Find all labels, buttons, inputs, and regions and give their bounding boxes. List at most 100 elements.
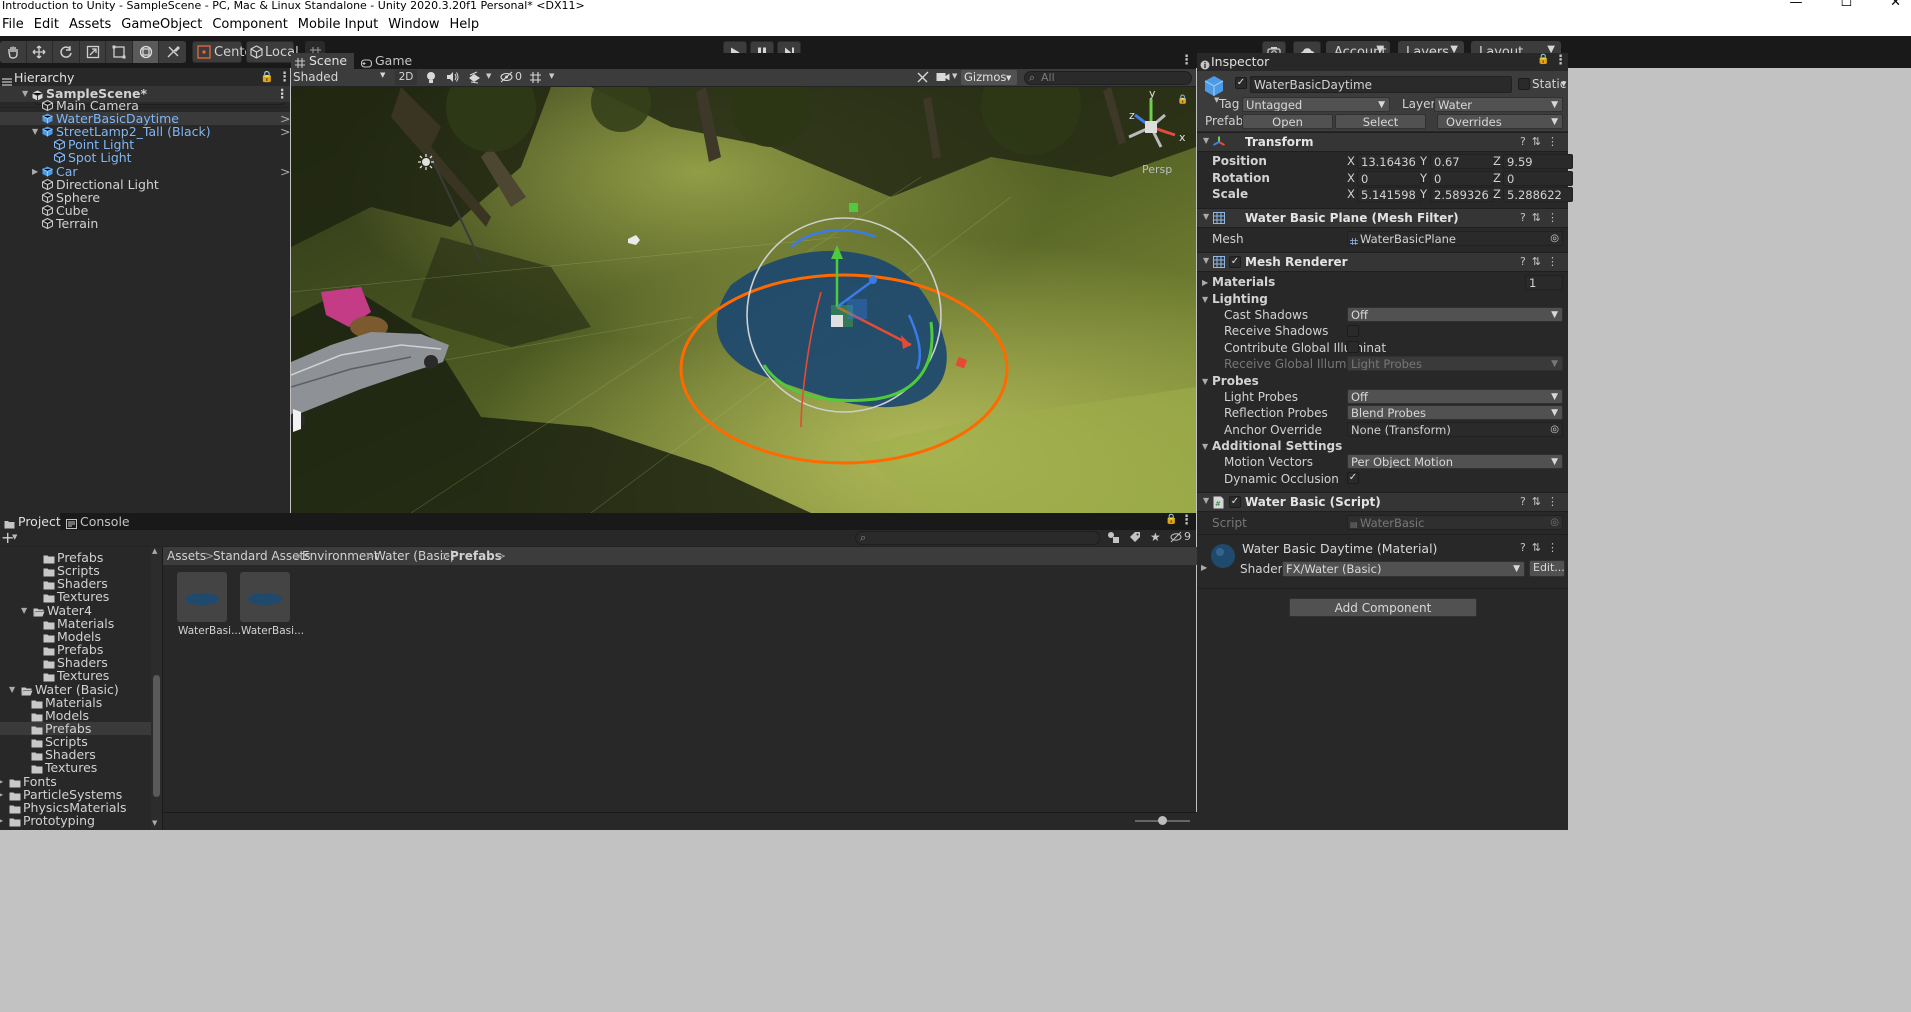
component-header-icons[interactable]: ?⇅⋮ xyxy=(1520,495,1564,508)
hierarchy-item[interactable]: Spot Light xyxy=(0,151,290,164)
search-by-label-icon[interactable] xyxy=(1129,531,1141,546)
tab-game[interactable]: Game xyxy=(357,53,412,69)
folder-tree-item[interactable]: Materials xyxy=(0,617,151,630)
cast-shadows-dropdown[interactable]: Off ▼ xyxy=(1347,307,1563,322)
folder-tree-item[interactable]: ▶ ParticleSystems xyxy=(0,788,151,801)
transform-position-x-input[interactable]: 13.16436 xyxy=(1357,154,1421,169)
hidden-objects-icon[interactable] xyxy=(500,71,513,86)
light-probes-dropdown[interactable]: Off ▼ xyxy=(1347,389,1563,404)
open-prefab-arrow-icon[interactable]: > xyxy=(280,165,290,178)
scene-menu-icon[interactable]: ⋮ xyxy=(1180,53,1193,68)
menu-window[interactable]: Window xyxy=(383,17,444,32)
transform-rotation-x-input[interactable]: 0 xyxy=(1357,170,1421,186)
materials-count-field[interactable]: 1 xyxy=(1525,275,1563,290)
lock-icon[interactable]: 🔒 xyxy=(260,70,274,83)
folder-tree-item[interactable]: Textures xyxy=(0,590,151,603)
object-picker-icon[interactable]: ◎ xyxy=(1550,232,1559,245)
transform-scale-z-input[interactable]: 5.288622 xyxy=(1503,187,1573,202)
hidden-packages-icon[interactable] xyxy=(1170,531,1182,546)
transform-scale-y-input[interactable]: 2.589326 xyxy=(1430,187,1494,202)
shading-mode-dropdown[interactable]: Shaded ▼ xyxy=(293,70,389,85)
hierarchy-item[interactable]: Cube xyxy=(0,204,290,217)
hierarchy-item[interactable]: Main Camera xyxy=(0,99,290,112)
expand-triangle-icon[interactable]: ▶ xyxy=(0,788,3,801)
tab-console[interactable]: Console xyxy=(62,513,132,530)
scroll-up-icon[interactable]: ▲ xyxy=(152,547,157,555)
folder-tree-item[interactable]: Prefabs xyxy=(0,551,151,564)
transform-rotation-z-input[interactable]: 0 xyxy=(1503,170,1573,186)
tree-scrollbar[interactable]: ▲ ▼ xyxy=(151,547,162,830)
materials-section[interactable]: ▶ Materials xyxy=(1202,275,1275,289)
inspector-menu-icon[interactable]: ⋮ xyxy=(1554,53,1567,68)
additional-settings-section[interactable]: ▼ Additional Settings xyxy=(1202,439,1342,453)
axis-y-label[interactable]: Y xyxy=(1420,170,1427,187)
transform-position-z-input[interactable]: 9.59 xyxy=(1503,154,1573,169)
expand-triangle-icon[interactable]: ▼ xyxy=(32,125,38,138)
prefab-overrides-dropdown[interactable]: Overrides ▼ xyxy=(1437,114,1563,129)
shader-edit-button[interactable]: Edit... xyxy=(1529,560,1565,577)
search-by-type-icon[interactable] xyxy=(1107,531,1120,547)
reflection-probes-dropdown[interactable]: Blend Probes ▼ xyxy=(1347,405,1563,420)
object-picker-icon[interactable]: ◎ xyxy=(1550,423,1559,436)
hierarchy-item[interactable]: ▶ Car > xyxy=(0,165,290,178)
axis-z-label[interactable]: Z xyxy=(1493,186,1501,203)
hierarchy-item[interactable]: Directional Light xyxy=(0,178,290,191)
2d-toggle-button[interactable]: 2D xyxy=(395,70,417,85)
perspective-label[interactable]: Persp xyxy=(1142,163,1172,176)
folder-tree-item[interactable]: Scripts xyxy=(0,735,151,748)
axis-x-label[interactable]: X xyxy=(1347,186,1355,203)
transform-scale-x-input[interactable]: 5.141598 xyxy=(1357,187,1421,202)
folder-tree-item[interactable]: Materials xyxy=(0,696,151,709)
menu-mobile-input[interactable]: Mobile Input xyxy=(293,17,383,32)
folder-tree-item[interactable]: ▼ Water4 xyxy=(0,604,151,617)
project-search-input[interactable] xyxy=(855,531,1100,545)
folder-tree-item[interactable]: ▶ Prototyping xyxy=(0,814,151,827)
axis-y-label[interactable]: Y xyxy=(1420,186,1427,203)
anchor-override-field[interactable]: None (Transform) ◎ xyxy=(1347,422,1563,437)
transform-header[interactable]: ▼ Transform ?⇅⋮ xyxy=(1197,132,1568,152)
script-header[interactable]: ▼ # ✓ Water Basic (Script) ?⇅⋮ xyxy=(1197,492,1568,512)
local-space-button[interactable]: Local xyxy=(246,41,299,63)
move-tool-icon[interactable] xyxy=(27,41,54,63)
scene-search-input[interactable]: All xyxy=(1024,71,1192,85)
static-checkbox[interactable] xyxy=(1518,78,1530,90)
axis-x-label[interactable]: X xyxy=(1347,153,1355,170)
menu-assets[interactable]: Assets xyxy=(64,17,116,32)
hierarchy-item[interactable]: ▼ StreetLamp2_Tall (Black) > xyxy=(0,125,290,138)
menu-component[interactable]: Component xyxy=(207,17,292,32)
hierarchy-item[interactable]: WaterBasicDaytime > xyxy=(0,112,290,126)
scale-tool-icon[interactable] xyxy=(80,41,107,63)
hierarchy-menu-icon[interactable]: ⋮ xyxy=(278,70,291,85)
lighting-section[interactable]: ▼ Lighting xyxy=(1202,292,1268,306)
expand-triangle-icon[interactable]: ▶ xyxy=(0,775,3,788)
receive-shadows-checkbox[interactable] xyxy=(1347,325,1359,337)
pivot-center-button[interactable]: Center xyxy=(192,41,258,63)
folder-tree-item[interactable]: PhysicsMaterials xyxy=(0,801,151,814)
open-prefab-arrow-icon[interactable]: > xyxy=(280,112,290,125)
grid-toggle-icon[interactable] xyxy=(529,71,542,87)
lock-icon[interactable]: 🔒 xyxy=(1177,95,1188,105)
axis-z-label[interactable]: Z xyxy=(1493,170,1501,187)
axis-z-label[interactable]: Z xyxy=(1493,153,1501,170)
effects-toggle-icon[interactable] xyxy=(468,71,481,87)
open-prefab-arrow-icon[interactable]: > xyxy=(280,125,290,138)
expand-triangle-icon[interactable]: ▶ xyxy=(32,165,38,178)
hierarchy-item[interactable]: Terrain xyxy=(0,217,290,230)
breadcrumb-assets[interactable]: Assets xyxy=(167,549,206,563)
folder-tree-item[interactable]: Models xyxy=(0,709,151,722)
folder-tree-item[interactable]: Prefabs xyxy=(0,643,151,656)
expand-triangle-icon[interactable]: ▼ xyxy=(21,604,27,617)
object-name-input[interactable]: WaterBasicDaytime xyxy=(1250,76,1512,93)
rotate-tool-icon[interactable] xyxy=(53,41,80,63)
rect-tool-icon[interactable] xyxy=(106,41,133,63)
breadcrumb-prefabs[interactable]: Prefabs xyxy=(450,549,502,563)
audio-toggle-icon[interactable] xyxy=(446,71,459,86)
script-enabled-checkbox[interactable]: ✓ xyxy=(1229,496,1241,508)
folder-tree-item[interactable]: Models xyxy=(0,630,151,643)
mesh-renderer-enabled-checkbox[interactable]: ✓ xyxy=(1229,256,1241,268)
tree-scrollbar-thumb[interactable] xyxy=(153,675,160,797)
prefab-select-button[interactable]: Select xyxy=(1335,114,1426,129)
scene-viewport[interactable]: y x z Persp 🔒 xyxy=(291,87,1196,513)
menu-help[interactable]: Help xyxy=(445,17,485,32)
prefab-open-button[interactable]: Open xyxy=(1242,114,1333,129)
